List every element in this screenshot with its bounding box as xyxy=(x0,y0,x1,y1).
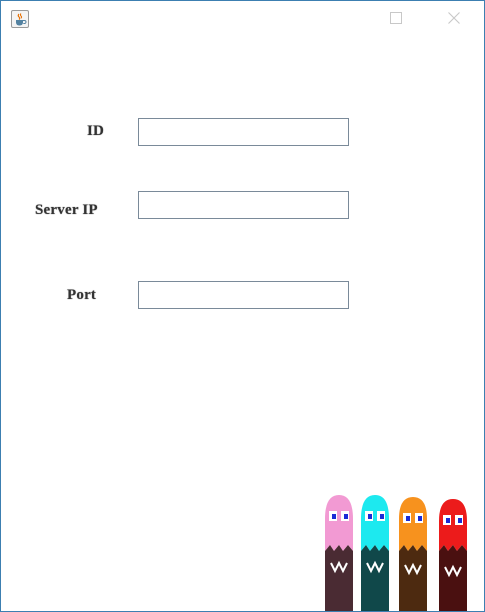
blinky-ghost xyxy=(439,499,467,611)
id-input[interactable] xyxy=(138,118,349,146)
server-ip-label: Server IP xyxy=(35,202,98,218)
inky-ghost xyxy=(361,495,389,611)
title-bar[interactable] xyxy=(1,1,484,35)
ghosts-image xyxy=(323,491,483,611)
pinky-ghost xyxy=(325,495,353,611)
port-input[interactable] xyxy=(138,281,349,309)
maximize-button[interactable] xyxy=(373,1,419,35)
server-ip-input[interactable] xyxy=(138,191,349,219)
maximize-icon xyxy=(390,12,402,24)
app-window: ID Server IP Port xyxy=(0,0,485,612)
java-coffee-icon[interactable] xyxy=(11,10,29,28)
close-button[interactable] xyxy=(431,1,477,35)
close-icon xyxy=(448,12,460,24)
port-label: Port xyxy=(67,287,97,303)
id-label: ID xyxy=(87,123,105,139)
clyde-ghost xyxy=(399,497,427,611)
